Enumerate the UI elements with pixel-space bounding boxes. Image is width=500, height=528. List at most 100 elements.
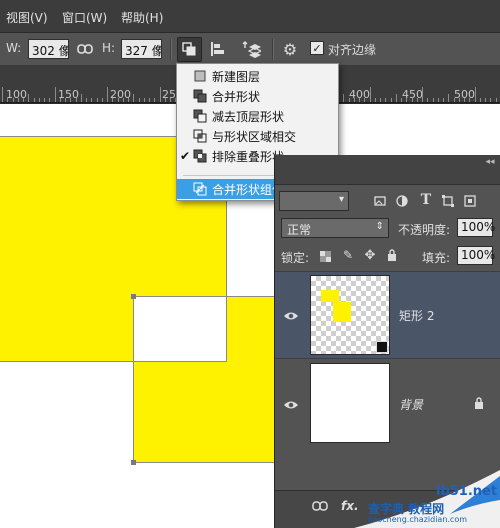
menu-item-check: ✔ <box>179 149 191 163</box>
menu-item-label: 新建图层 <box>212 69 261 84</box>
path-outline <box>0 361 227 362</box>
menu-item-combine-shapes[interactable]: 合并形状 <box>177 86 338 106</box>
ruler-tick <box>55 87 56 102</box>
ruler-tick <box>34 98 35 102</box>
ruler-tick <box>60 98 61 102</box>
ruler-tick <box>81 94 82 102</box>
path-alignment-icon[interactable] <box>208 39 228 59</box>
ruler-tick <box>406 98 407 102</box>
filter-shape-icon[interactable] <box>441 194 455 208</box>
filter-kind-select[interactable]: ▾ <box>279 191 349 211</box>
collapse-panel-icon[interactable]: ◂◂ <box>483 157 497 167</box>
fill-label: 填充: <box>422 251 451 265</box>
ruler-tick <box>490 98 491 102</box>
ruler-tick <box>370 87 371 102</box>
gear-icon[interactable]: ⚙ <box>280 39 300 59</box>
ruler-tick <box>380 98 381 102</box>
filter-smart-object-icon[interactable] <box>463 194 477 208</box>
blend-mode-select[interactable]: 正常 ⇕ <box>281 218 389 238</box>
align-edges-checkbox[interactable]: ✓ <box>310 41 324 55</box>
ruler-tick <box>65 98 66 102</box>
link-layers-icon[interactable] <box>311 499 329 513</box>
subtract-front-shape-icon <box>193 109 207 123</box>
ruler-tick <box>13 98 14 102</box>
ruler-tick <box>401 98 402 102</box>
menu-item-label: 减去顶层形状 <box>212 109 285 124</box>
path-operations-button[interactable] <box>177 37 202 62</box>
ruler-tick <box>448 94 449 102</box>
layer-row-selected[interactable]: 矩形 2 <box>275 271 500 358</box>
ruler-tick <box>454 98 455 102</box>
filter-adjustment-icon[interactable] <box>395 194 409 208</box>
menu-view[interactable]: 视图(V) <box>6 9 48 26</box>
menu-bar: 视图(V) 窗口(W) 帮助(H) <box>0 0 500 33</box>
lock-icon <box>473 396 485 410</box>
menu-item-intersect-shape-areas[interactable]: 与形状区域相交 <box>177 126 338 146</box>
ruler-tick <box>354 98 355 102</box>
ruler-tick <box>396 94 397 102</box>
ruler-tick <box>39 98 40 102</box>
ruler-tick <box>459 98 460 102</box>
opacity-input[interactable]: 100% <box>457 218 495 237</box>
ruler-tick <box>18 98 19 102</box>
ruler-tick <box>464 98 465 102</box>
lock-image-pixels-icon[interactable]: ✎ <box>341 248 355 262</box>
path-anchor-point[interactable] <box>131 294 136 299</box>
menu-window[interactable]: 窗口(W) <box>62 9 107 26</box>
layer-thumbnail-background <box>310 363 390 443</box>
filter-type-icon[interactable]: T <box>419 192 433 208</box>
ruler-tick <box>375 98 376 102</box>
menu-help[interactable]: 帮助(H) <box>121 9 163 26</box>
lock-transparent-pixels-icon[interactable] <box>319 250 331 262</box>
eye-icon[interactable] <box>283 310 299 322</box>
watermark-line2: jiaocheng.chazidian.com <box>368 515 468 524</box>
ruler-tick <box>469 98 470 102</box>
lock-all-icon[interactable] <box>385 248 399 262</box>
lock-label: 锁定: <box>281 251 310 265</box>
menu-item-subtract-front-shape[interactable]: 减去顶层形状 <box>177 106 338 126</box>
ruler-tick <box>385 98 386 102</box>
separator <box>272 39 273 60</box>
vector-mask-badge-icon <box>376 341 388 353</box>
fill-input[interactable]: 100% <box>457 246 495 265</box>
layer-name: 矩形 2 <box>399 309 435 323</box>
chevron-down-icon: ▾ <box>338 194 344 205</box>
ruler-tick <box>23 98 24 102</box>
ruler-tick <box>70 98 71 102</box>
ruler-tick <box>2 87 3 102</box>
ruler-tick <box>144 98 145 102</box>
layers-panel-header: ◂◂ <box>275 155 500 185</box>
layer-thumbnail-shape <box>310 275 390 355</box>
link-dimensions-icon[interactable] <box>76 41 94 57</box>
filter-pixel-icon[interactable] <box>373 194 387 208</box>
ruler-tick <box>154 98 155 102</box>
layer-filter-row: ▾ T <box>275 186 500 216</box>
menu-item-new-layer[interactable]: 新建图层 <box>177 66 338 86</box>
eye-icon[interactable] <box>283 399 299 411</box>
ruler-tick <box>170 98 171 102</box>
width-field[interactable]: 302 像素 <box>28 39 69 59</box>
ruler-tick <box>123 98 124 102</box>
ruler-tick <box>133 94 134 102</box>
ruler-tick <box>165 98 166 102</box>
ruler-tick <box>391 98 392 102</box>
path-operations-icon <box>182 42 196 56</box>
options-bar: W: 302 像素 H: 327 像素 ⚙ ✓ 对齐边缘 <box>0 33 500 66</box>
layer-row-background[interactable]: 背景 <box>275 358 500 446</box>
watermark-site: ib51.net <box>436 484 498 499</box>
ruler-tick <box>496 98 497 102</box>
ruler-tick <box>107 87 108 102</box>
path-anchor-point[interactable] <box>131 460 136 465</box>
path-arrangement-icon[interactable] <box>240 38 262 60</box>
height-field[interactable]: 327 像素 <box>121 39 162 59</box>
ruler-tick <box>112 98 113 102</box>
ruler-tick <box>128 98 129 102</box>
height-label: H: <box>102 41 116 55</box>
width-label: W: <box>6 41 22 55</box>
lock-position-icon[interactable]: ✥ <box>363 248 377 263</box>
ruler-tick <box>97 98 98 102</box>
ruler-tick <box>86 98 87 102</box>
menu-item-label: 与形状区域相交 <box>212 129 297 144</box>
ruler-tick <box>364 98 365 102</box>
ruler-tick <box>417 98 418 102</box>
